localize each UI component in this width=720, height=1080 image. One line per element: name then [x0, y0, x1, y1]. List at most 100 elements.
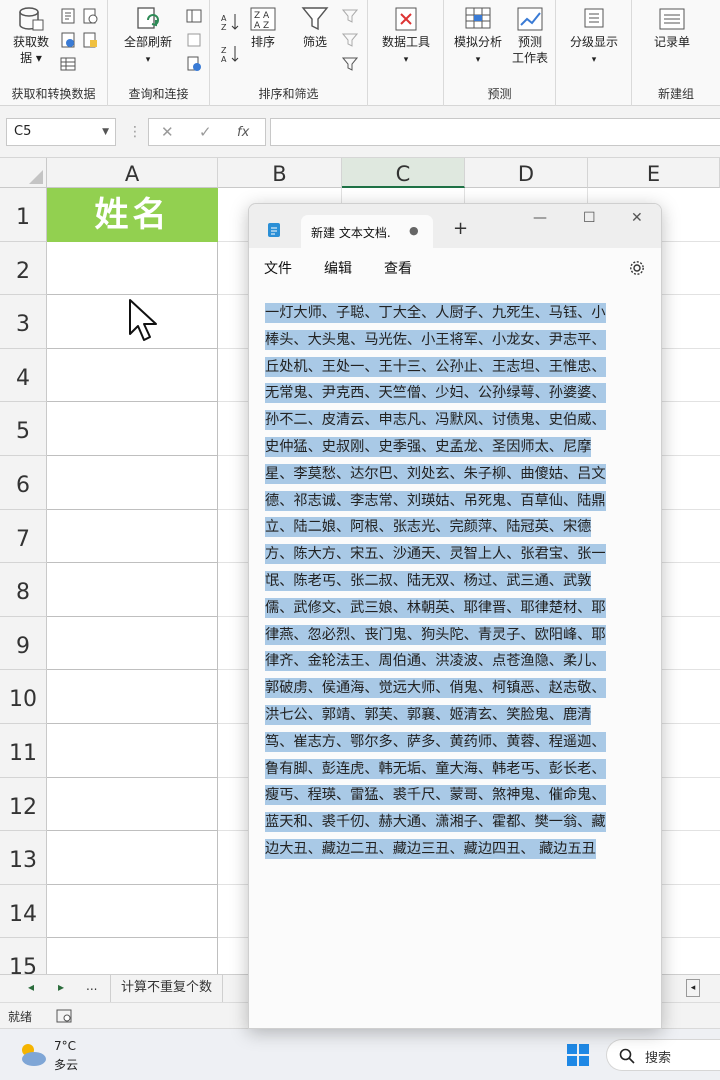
- properties-icon[interactable]: [186, 32, 202, 48]
- row-header[interactable]: 14: [0, 884, 47, 939]
- cell-a[interactable]: [47, 509, 218, 564]
- minimize-icon[interactable]: —: [533, 210, 547, 226]
- selected-text: 史仲猛、史叔刚、史季强、史孟龙、圣因师太、尼摩: [265, 436, 592, 457]
- chevron-down-icon[interactable]: ▼: [102, 119, 109, 145]
- row-header[interactable]: 11: [0, 724, 47, 778]
- row-header[interactable]: 12: [0, 777, 47, 832]
- accessibility-icon[interactable]: [56, 1009, 72, 1023]
- taskbar-search[interactable]: 搜索: [606, 1039, 720, 1071]
- column-header-c[interactable]: C: [342, 158, 465, 188]
- row-header[interactable]: 2: [0, 241, 47, 296]
- notepad-window: 新建 文本文档. ● + — ☐ ✕ 文件 编辑 查看 一灯大师、子聪、丁大全、…: [248, 203, 662, 1029]
- from-web-icon[interactable]: [60, 32, 76, 48]
- cell-a[interactable]: [47, 724, 218, 778]
- reapply-filter-icon[interactable]: [342, 32, 358, 48]
- cell-a[interactable]: [47, 938, 218, 974]
- windows-start-icon[interactable]: [566, 1043, 590, 1067]
- scroll-left-icon[interactable]: ◂: [686, 979, 700, 997]
- column-header-d[interactable]: D: [465, 158, 588, 188]
- cell-a[interactable]: [47, 563, 218, 617]
- sheet-tab-active[interactable]: 计算不重复个数: [110, 975, 224, 1002]
- prev-sheet-icon[interactable]: ◂: [28, 980, 34, 994]
- enter-icon[interactable]: ✓: [199, 123, 212, 141]
- existing-connections-icon[interactable]: [82, 32, 98, 48]
- selected-text: 德、祁志诚、李志常、刘瑛姑、吊死鬼、百草仙、陆鼎: [265, 490, 606, 511]
- formula-input[interactable]: [270, 118, 720, 146]
- sort-ascending-icon[interactable]: AZ: [220, 12, 240, 32]
- sort-descending-icon[interactable]: ZA: [220, 44, 240, 64]
- what-if-label: 模拟分析: [453, 35, 502, 49]
- advanced-filter-icon[interactable]: [342, 56, 358, 72]
- cell-a[interactable]: [47, 402, 218, 456]
- row-header[interactable]: 15: [0, 938, 47, 974]
- cell-a[interactable]: [47, 348, 218, 403]
- maximize-icon[interactable]: ☐: [583, 210, 596, 226]
- cell-a[interactable]: [47, 777, 218, 832]
- notepad-tab[interactable]: 新建 文本文档. ●: [301, 215, 433, 248]
- cell-a[interactable]: [47, 670, 218, 724]
- new-tab-button[interactable]: +: [453, 218, 468, 239]
- text-line: 郭破虏、侯通海、觉远大师、俏鬼、柯镇恶、赵志敬、: [265, 675, 653, 702]
- insert-function-button[interactable]: fx: [237, 125, 249, 140]
- recent-sources-icon[interactable]: [82, 8, 98, 24]
- row-header[interactable]: 5: [0, 402, 47, 456]
- data-tools-button[interactable]: 数据工具 ▾: [374, 6, 438, 68]
- notepad-text-area[interactable]: 一灯大师、子聪、丁大全、人厨子、九死生、马钰、小 棒头、大头鬼、马光佐、小王将军、…: [265, 300, 653, 863]
- filter-button[interactable]: 筛选: [298, 6, 332, 50]
- outline-button[interactable]: 分级显示 ▾: [562, 6, 626, 68]
- weather-cloud-icon[interactable]: [16, 1039, 48, 1069]
- row-header[interactable]: 13: [0, 831, 47, 885]
- refresh-all-button[interactable]: 全部刷新 ▾: [116, 6, 180, 68]
- row-header[interactable]: 3: [0, 295, 47, 349]
- settings-gear-icon[interactable]: [629, 260, 645, 276]
- svg-text:Z: Z: [221, 46, 227, 55]
- forecast-sheet-icon: [517, 7, 543, 31]
- more-sheets-button[interactable]: ...: [86, 979, 97, 993]
- clear-filter-icon[interactable]: [342, 8, 358, 24]
- select-all-corner[interactable]: [0, 158, 47, 188]
- row-header[interactable]: 1: [0, 188, 47, 242]
- edit-links-icon[interactable]: [186, 56, 202, 72]
- cell-a[interactable]: [47, 884, 218, 939]
- unsaved-indicator[interactable]: ●: [409, 224, 419, 237]
- from-text-icon[interactable]: [60, 8, 76, 24]
- forecast-sheet-button[interactable]: 预测 工作表: [506, 6, 554, 66]
- name-header-cell[interactable]: 姓名: [47, 188, 218, 242]
- what-if-analysis-button[interactable]: 模拟分析 ▾: [448, 6, 508, 68]
- menu-edit[interactable]: 编辑: [324, 258, 352, 278]
- weather-desc: 多云: [54, 1058, 79, 1072]
- menu-view[interactable]: 查看: [384, 258, 412, 278]
- forecast-sheet-label: 预测 工作表: [511, 35, 548, 65]
- column-header-b[interactable]: B: [218, 158, 342, 188]
- filter-icon: [301, 7, 329, 31]
- name-box[interactable]: C5 ▼: [6, 118, 116, 146]
- sort-button[interactable]: Z AA Z 排序: [246, 6, 280, 50]
- cancel-icon[interactable]: ✕: [161, 123, 174, 141]
- queries-connections-icon[interactable]: [186, 8, 202, 24]
- cell-a[interactable]: [47, 831, 218, 885]
- row-header[interactable]: 10: [0, 670, 47, 724]
- row-header[interactable]: 8: [0, 563, 47, 617]
- row-header[interactable]: 7: [0, 509, 47, 564]
- text-line: 鲁有脚、彭连虎、韩无垢、童大海、韩老丐、彭长老、: [265, 756, 653, 783]
- row-header[interactable]: 9: [0, 616, 47, 671]
- form-button[interactable]: 记录单: [642, 6, 702, 50]
- menu-file[interactable]: 文件: [264, 258, 292, 278]
- group-label-forecast: 预测: [487, 87, 512, 101]
- text-line: 孙不二、皮清云、申志凡、冯默风、讨债鬼、史伯威、: [265, 407, 653, 434]
- row-header[interactable]: 6: [0, 456, 47, 510]
- cell-a[interactable]: [47, 616, 218, 671]
- from-table-icon[interactable]: [60, 56, 76, 72]
- selected-text: 氓、陈老丐、张二叔、陆无双、杨过、武三通、武敦: [265, 570, 592, 591]
- text-line: 瘦丐、程瑛、雷猛、裘千尺、蒙哥、煞神鬼、催命鬼、: [265, 782, 653, 809]
- column-header-e[interactable]: E: [588, 158, 720, 188]
- next-sheet-icon[interactable]: ▸: [58, 980, 64, 994]
- row-header[interactable]: 4: [0, 348, 47, 403]
- cell-a[interactable]: [47, 456, 218, 510]
- column-header-a[interactable]: A: [47, 158, 218, 188]
- get-data-button[interactable]: 获取数 据 ▾: [6, 6, 56, 66]
- notepad-menubar: 文件 编辑 查看: [249, 248, 661, 288]
- close-icon[interactable]: ✕: [631, 210, 643, 226]
- cell-a[interactable]: [47, 241, 218, 296]
- group-label-queries: 查询和连接: [128, 87, 189, 101]
